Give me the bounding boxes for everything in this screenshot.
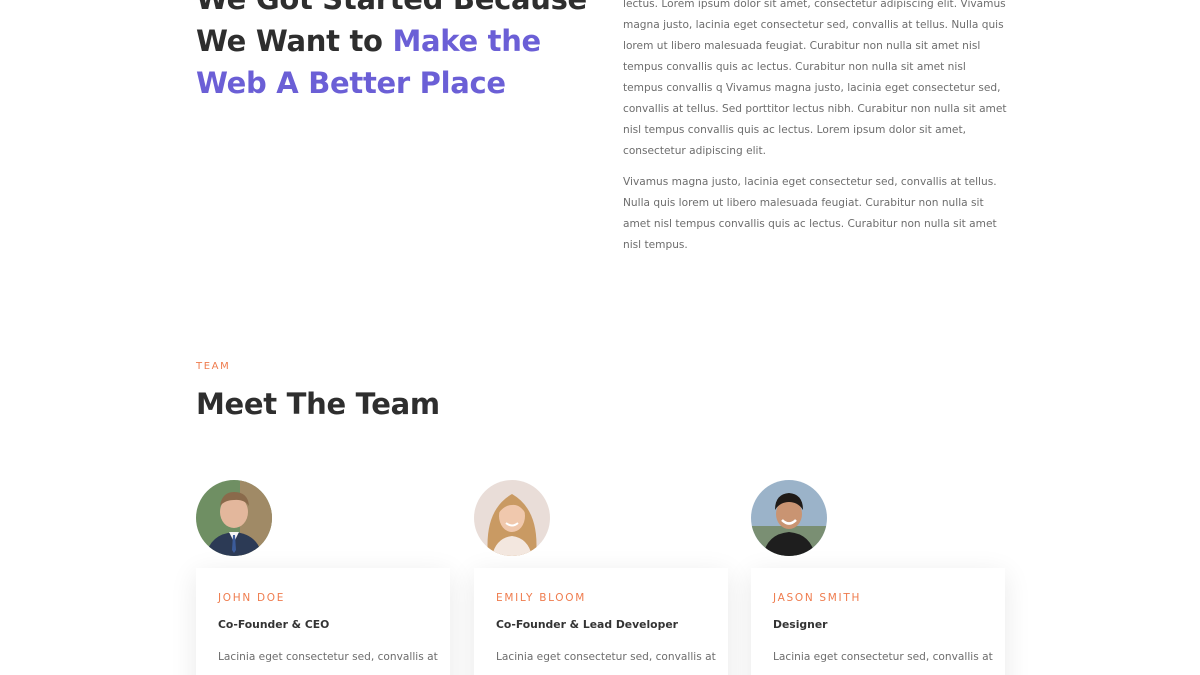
team-member-card: EMILY BLOOM Co-Founder & Lead Developer … (474, 568, 728, 675)
about-paragraph-2: Vivamus magna justo, lacinia eget consec… (623, 176, 997, 251)
avatar-jason-smith-image (751, 480, 827, 556)
team-title: Meet The Team (196, 387, 440, 421)
about-paragraph-1: lectus. Lorem ipsum dolor sit amet, cons… (623, 0, 1007, 157)
team-eyebrow: TEAM (196, 361, 231, 372)
avatar-emily-bloom (474, 480, 550, 556)
page: We Got Started Because We Want to Make t… (0, 0, 1200, 675)
avatar-john-doe-image (196, 480, 272, 556)
team-member-jason-smith: JASON SMITH Designer Lacinia eget consec… (751, 480, 1005, 675)
avatar-john-doe (196, 480, 272, 556)
member-role: Co-Founder & CEO (218, 618, 330, 631)
team-member-card: JASON SMITH Designer Lacinia eget consec… (751, 568, 1005, 675)
about-heading-line2-plain: We Want to (196, 24, 393, 58)
team-member-john-doe: JOHN DOE Co-Founder & CEO Lacinia eget c… (196, 480, 450, 675)
member-bio: Lacinia eget consectetur sed, convallis … (773, 651, 993, 663)
member-name: EMILY BLOOM (496, 592, 586, 604)
about-text: lectus. Lorem ipsum dolor sit amet, cons… (623, 0, 1008, 266)
about-heading-line3-accent: Web A Better Place (196, 66, 506, 100)
about-heading-line1: We Got Started Because (196, 0, 587, 16)
avatar-jason-smith (751, 480, 827, 556)
member-role: Designer (773, 618, 828, 631)
member-bio: Lacinia eget consectetur sed, convallis … (218, 651, 438, 663)
about-heading-line2-accent: Make the (392, 24, 541, 58)
about-heading: We Got Started Because We Want to Make t… (196, 0, 616, 104)
team-member-card: JOHN DOE Co-Founder & CEO Lacinia eget c… (196, 568, 450, 675)
member-name: JASON SMITH (773, 592, 862, 604)
member-name: JOHN DOE (218, 592, 286, 604)
team-member-emily-bloom: EMILY BLOOM Co-Founder & Lead Developer … (474, 480, 728, 675)
member-role: Co-Founder & Lead Developer (496, 618, 678, 631)
avatar-emily-bloom-image (474, 480, 550, 556)
member-bio: Lacinia eget consectetur sed, convallis … (496, 651, 716, 663)
